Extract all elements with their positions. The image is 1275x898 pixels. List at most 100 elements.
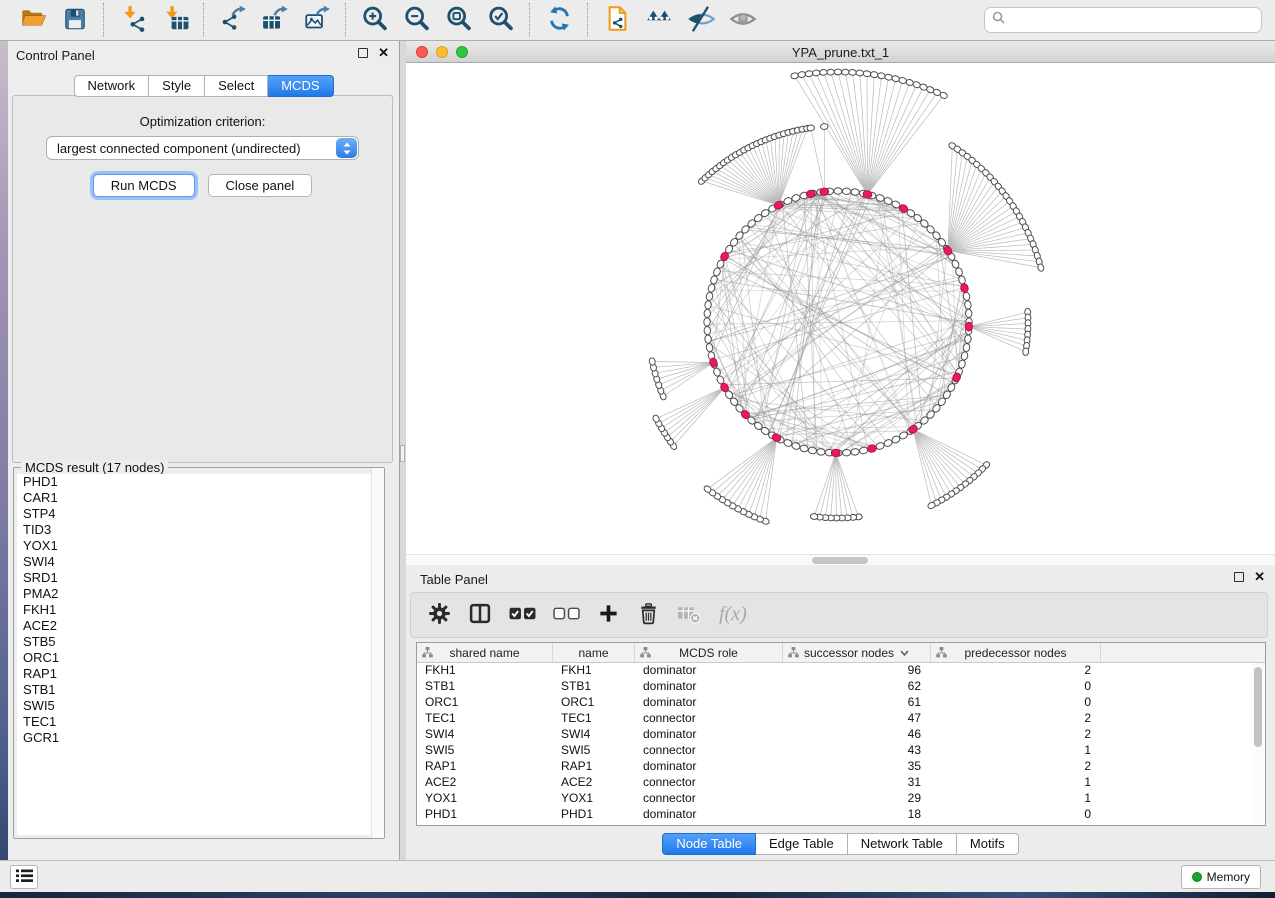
toolbar-separator — [103, 3, 105, 37]
open-session-button[interactable] — [18, 4, 48, 36]
zoom-in-icon — [361, 5, 389, 36]
desktop-wallpaper-left — [0, 41, 8, 892]
float-panel-icon[interactable] — [358, 48, 368, 58]
column-header-name[interactable]: name — [553, 643, 635, 662]
table-row-yox1[interactable]: YOX1YOX1connector291 — [417, 790, 1252, 806]
tab-mcds[interactable]: MCDS — [268, 75, 333, 97]
result-node-swi4[interactable]: SWI4 — [17, 554, 381, 570]
network-graph[interactable] — [406, 63, 1275, 554]
tab-network[interactable]: Network — [73, 75, 149, 97]
tab-edge-table[interactable]: Edge Table — [756, 833, 848, 855]
table-row-ace2[interactable]: ACE2ACE2connector311 — [417, 774, 1252, 790]
column-header-predecessor-nodes[interactable]: predecessor nodes — [931, 643, 1101, 662]
table-row-fkh1[interactable]: FKH1FKH1dominator962 — [417, 662, 1252, 678]
result-node-stp4[interactable]: STP4 — [17, 506, 381, 522]
tab-select[interactable]: Select — [205, 75, 268, 97]
zoom-fit-button[interactable] — [444, 4, 474, 36]
vscroll-thumb[interactable] — [1254, 667, 1262, 747]
table-row-swi5[interactable]: SWI5SWI5connector431 — [417, 742, 1252, 758]
memory-status-icon — [1192, 872, 1202, 882]
result-node-gcr1[interactable]: GCR1 — [17, 730, 381, 746]
search-box[interactable] — [984, 7, 1262, 33]
open-folder-icon — [20, 5, 47, 35]
run-mcds-button[interactable]: Run MCDS — [93, 174, 195, 197]
result-node-car1[interactable]: CAR1 — [17, 490, 381, 506]
import-network-button[interactable] — [118, 4, 148, 36]
delete-table-button[interactable] — [677, 603, 701, 627]
table-tabs: Node TableEdge TableNetwork TableMotifs — [662, 833, 1018, 855]
zoom-out-button[interactable] — [402, 4, 432, 36]
import-table-button[interactable] — [160, 4, 190, 36]
zoom-in-button[interactable] — [360, 4, 390, 36]
deselect-all-button[interactable] — [553, 606, 580, 624]
network-hscrollbar[interactable] — [406, 554, 1275, 565]
add-column-button[interactable] — [597, 602, 620, 628]
close-panel-icon[interactable]: ✕ — [378, 47, 389, 59]
result-node-swi5[interactable]: SWI5 — [17, 698, 381, 714]
network-canvas[interactable] — [406, 63, 1275, 554]
network-titlebar[interactable]: YPA_prune.txt_1 — [406, 41, 1275, 63]
float-table-panel-icon[interactable] — [1234, 572, 1244, 582]
result-node-yox1[interactable]: YOX1 — [17, 538, 381, 554]
result-node-orc1[interactable]: ORC1 — [17, 650, 381, 666]
search-network-icon[interactable] — [644, 4, 674, 36]
memory-button[interactable]: Memory — [1181, 865, 1261, 889]
delete-column-button[interactable] — [637, 602, 660, 629]
function-builder-button[interactable]: f(x) — [718, 602, 756, 629]
result-node-tid3[interactable]: TID3 — [17, 522, 381, 538]
result-node-stb1[interactable]: STB1 — [17, 682, 381, 698]
hscroll-thumb[interactable] — [812, 557, 868, 564]
divider-handle[interactable] — [400, 445, 405, 462]
show-panels-button[interactable] — [10, 865, 38, 889]
result-node-pma2[interactable]: PMA2 — [17, 586, 381, 602]
export-table-icon — [262, 5, 289, 35]
column-header-successor-nodes[interactable]: successor nodes — [783, 643, 931, 662]
column-header-MCDS-role[interactable]: MCDS role — [635, 643, 783, 662]
result-list-scrollbar[interactable] — [371, 468, 384, 838]
tab-node-table[interactable]: Node Table — [662, 833, 756, 855]
toolbar-separator — [203, 3, 205, 37]
hide-graphics-details-button[interactable] — [686, 4, 716, 36]
tab-motifs[interactable]: Motifs — [957, 833, 1019, 855]
tab-style[interactable]: Style — [149, 75, 205, 97]
result-node-stb5[interactable]: STB5 — [17, 634, 381, 650]
close-panel-button[interactable]: Close panel — [208, 174, 313, 197]
result-node-phd1[interactable]: PHD1 — [17, 474, 381, 490]
refresh-button[interactable] — [544, 4, 574, 36]
show-graphics-details-button[interactable] — [728, 4, 758, 36]
mcds-result-list: PHD1CAR1STP4TID3YOX1SWI4SRD1PMA2FKH1ACE2… — [17, 474, 381, 835]
column-selector-button[interactable] — [468, 602, 492, 628]
zoom-selected-button[interactable] — [486, 4, 516, 36]
close-table-panel-icon[interactable]: ✕ — [1254, 571, 1265, 583]
table-row-swi4[interactable]: SWI4SWI4dominator462 — [417, 726, 1252, 742]
table-row-rap1[interactable]: RAP1RAP1dominator352 — [417, 758, 1252, 774]
export-image-button[interactable] — [302, 4, 332, 36]
control-panel-title: Control Panel — [16, 48, 95, 63]
table-row-orc1[interactable]: ORC1ORC1dominator610 — [417, 694, 1252, 710]
search-input[interactable] — [1009, 12, 1261, 29]
select-all-button[interactable] — [509, 606, 536, 624]
list-icon — [16, 869, 33, 886]
table-row-stb1[interactable]: STB1STB1dominator620 — [417, 678, 1252, 694]
save-session-button[interactable] — [60, 4, 90, 36]
result-node-fkh1[interactable]: FKH1 — [17, 602, 381, 618]
table-vscrollbar[interactable] — [1252, 663, 1264, 824]
toolbar-separator — [587, 3, 589, 37]
result-node-rap1[interactable]: RAP1 — [17, 666, 381, 682]
import-table-icon — [162, 5, 189, 35]
table-row-phd1[interactable]: PHD1PHD1dominator180 — [417, 806, 1252, 822]
tab-network-table[interactable]: Network Table — [848, 833, 957, 855]
result-node-srd1[interactable]: SRD1 — [17, 570, 381, 586]
import-network-icon — [120, 5, 147, 35]
share-document-button[interactable] — [602, 4, 632, 36]
network-window: YPA_prune.txt_1 — [406, 41, 1275, 565]
criterion-dropdown[interactable]: largest connected component (undirected) — [46, 136, 359, 160]
table-row-tec1[interactable]: TEC1TEC1connector472 — [417, 710, 1252, 726]
result-node-ace2[interactable]: ACE2 — [17, 618, 381, 634]
table-settings-button[interactable] — [428, 602, 451, 628]
result-node-tec1[interactable]: TEC1 — [17, 714, 381, 730]
export-network-button[interactable] — [218, 4, 248, 36]
export-table-button[interactable] — [260, 4, 290, 36]
table-panel-title: Table Panel — [420, 572, 488, 587]
column-header-shared-name[interactable]: shared name — [417, 643, 553, 662]
